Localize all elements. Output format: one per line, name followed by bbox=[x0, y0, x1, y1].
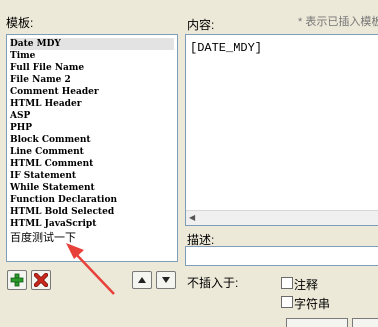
annotation-arrow bbox=[66, 243, 115, 295]
